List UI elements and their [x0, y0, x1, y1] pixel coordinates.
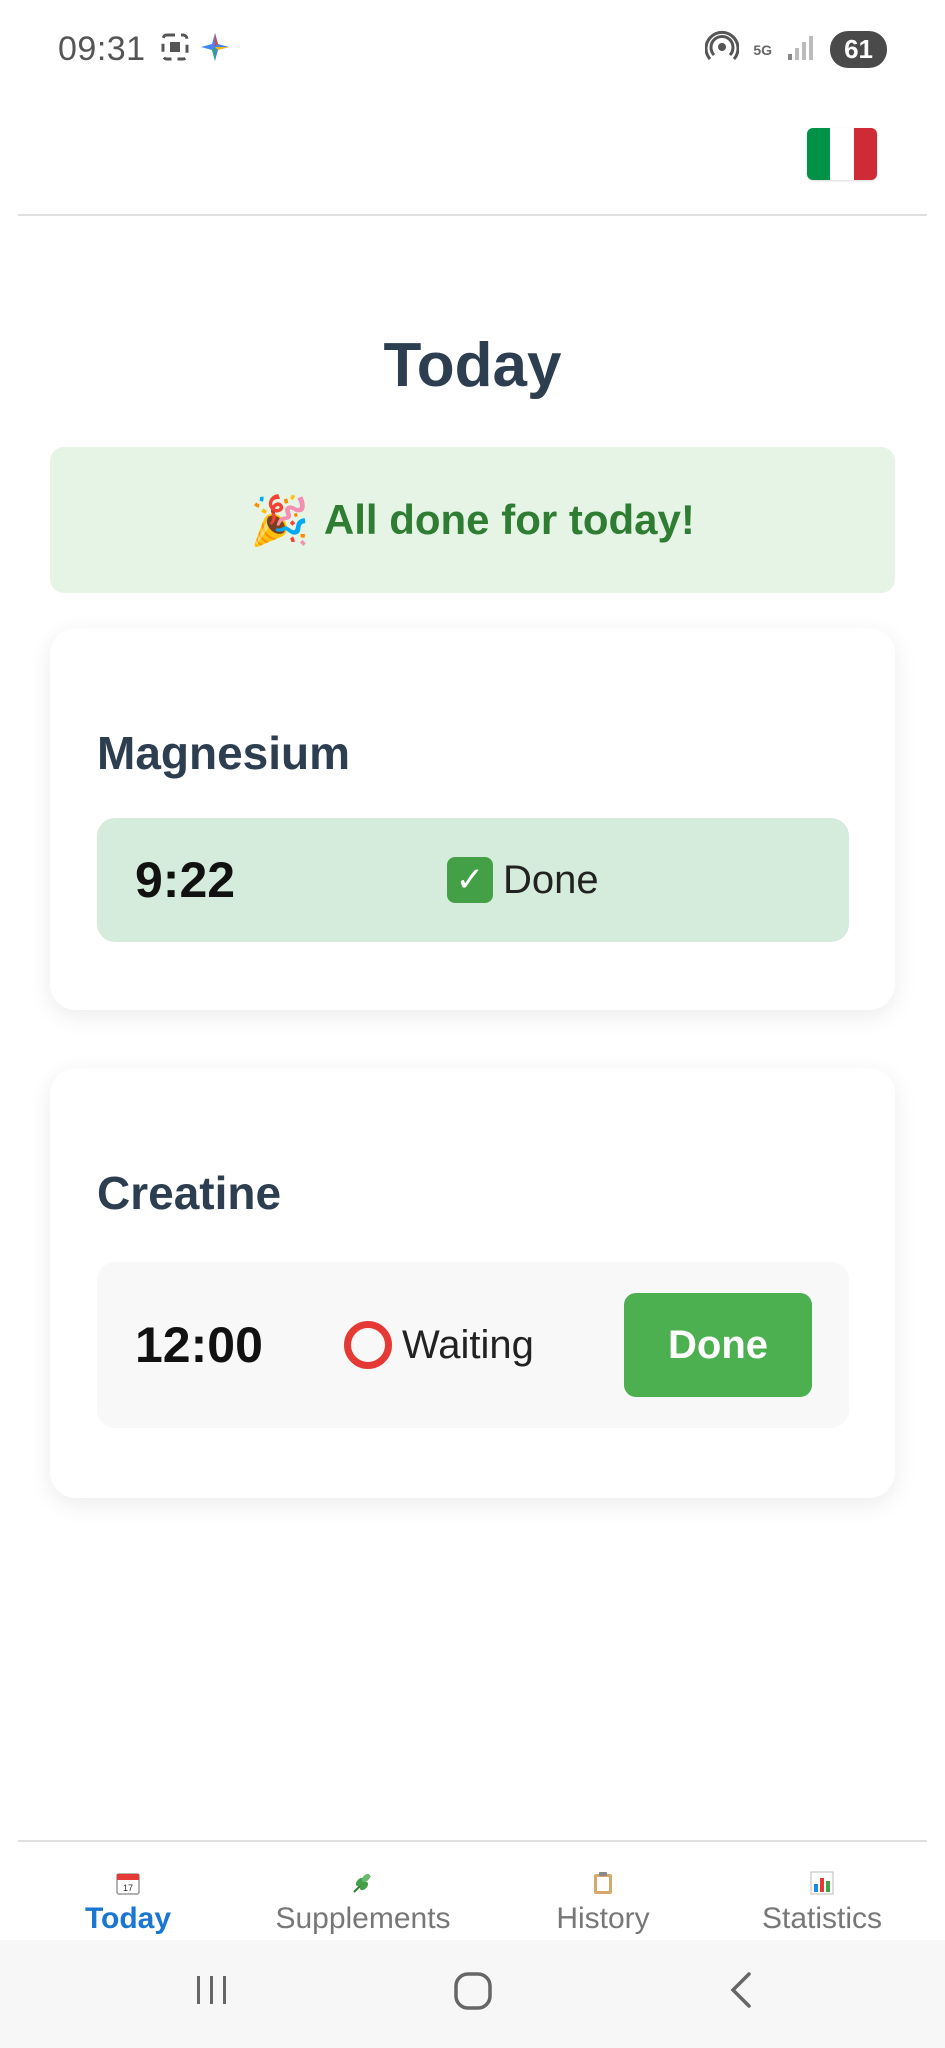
dose-time: 9:22 [135, 852, 236, 908]
dose-time: 12:00 [135, 1317, 263, 1373]
battery-indicator: 61 [830, 31, 887, 68]
hollow-circle-icon [344, 1321, 392, 1369]
tab-label: Today [84, 1902, 172, 1935]
bottom-nav: 17 Today Supplements History Statistics [18, 1840, 927, 1942]
tab-label: Statistics [761, 1902, 883, 1935]
svg-text:17: 17 [123, 1883, 133, 1893]
tab-today[interactable]: 17 Today [58, 1870, 198, 1936]
party-popper-icon: 🎉 [250, 494, 310, 548]
calendar-icon: 17 [115, 1870, 141, 1896]
italian-flag-icon[interactable] [807, 128, 877, 180]
dose-status: ✓ Done [447, 857, 599, 903]
dose-status-label: Waiting [402, 1322, 534, 1367]
banner-text: All done for today! [323, 496, 695, 543]
app-screen: 09:31 5G 61 Today 🎉 All done for today! … [0, 0, 945, 2048]
supplement-card-magnesium: Magnesium 9:22 ✓ Done [50, 628, 895, 1010]
dose-status: Waiting [344, 1321, 534, 1369]
tab-label: History [556, 1902, 650, 1935]
network-type: 5G [753, 41, 773, 58]
status-bar: 09:31 5G 61 [0, 0, 945, 100]
herb-icon [350, 1870, 376, 1896]
app-header [18, 100, 927, 216]
check-mark-icon: ✓ [447, 857, 493, 903]
status-icons-left [160, 32, 230, 67]
screenshot-icon [160, 32, 190, 67]
all-done-banner: 🎉 All done for today! [50, 447, 895, 593]
sparkle-icon [200, 32, 230, 67]
bar-chart-icon [809, 1870, 835, 1896]
supplement-card-creatine: Creatine 12:00 Waiting Done [50, 1068, 895, 1498]
tab-supplements[interactable]: Supplements [248, 1870, 478, 1936]
clipboard-icon [590, 1870, 616, 1896]
tab-statistics[interactable]: Statistics [732, 1870, 912, 1936]
home-icon[interactable] [452, 1970, 494, 2017]
status-time: 09:31 [58, 30, 146, 68]
mark-done-button[interactable]: Done [624, 1293, 812, 1397]
hotspot-icon [704, 30, 740, 69]
supplement-name: Magnesium [97, 727, 351, 779]
status-icons-right: 5G 61 [704, 30, 887, 69]
dose-row: 12:00 Waiting Done [97, 1262, 849, 1428]
page-title: Today [383, 331, 562, 400]
back-icon[interactable] [722, 1970, 762, 2015]
recent-apps-icon[interactable] [192, 1970, 232, 2015]
signal-icon [786, 32, 816, 67]
dose-status-label: Done [503, 857, 599, 902]
supplement-name: Creatine [97, 1167, 282, 1219]
system-nav-bar [0, 1940, 945, 2048]
tab-history[interactable]: History [528, 1870, 678, 1936]
dose-row: 9:22 ✓ Done [97, 818, 849, 942]
tab-label: Supplements [275, 1902, 451, 1935]
